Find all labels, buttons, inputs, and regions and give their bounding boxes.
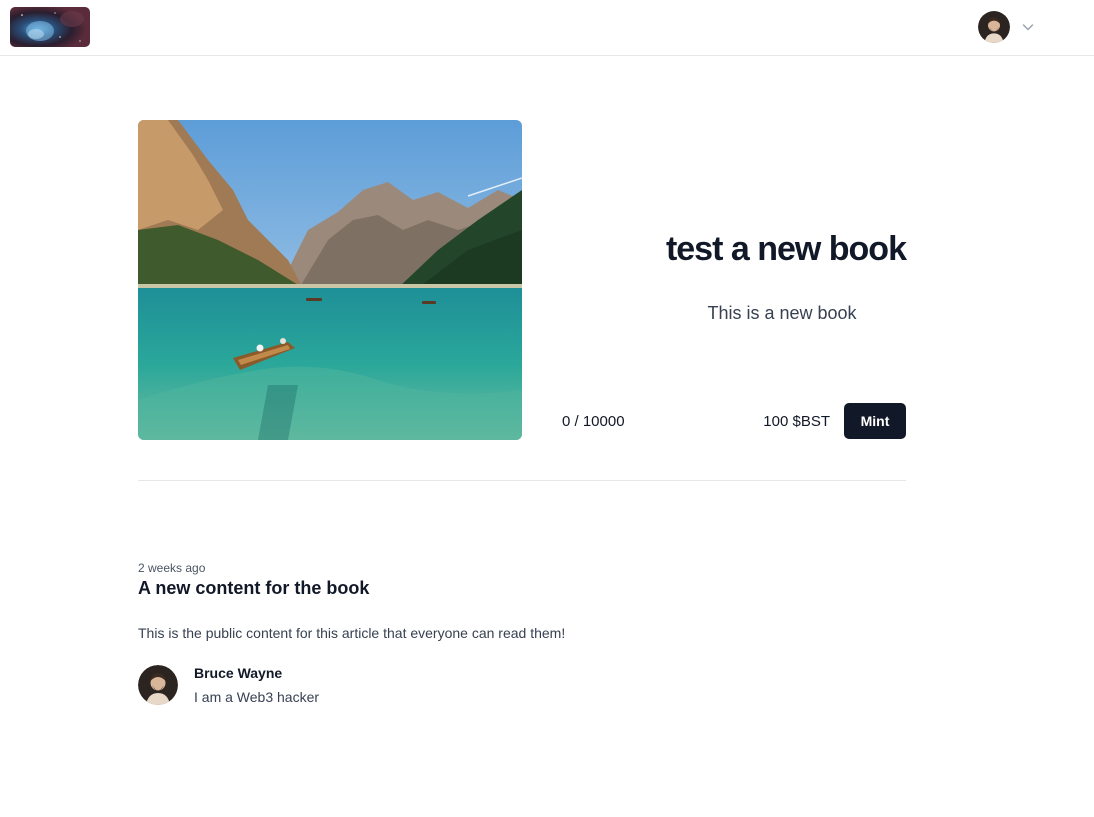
book-description: This is a new book (707, 303, 857, 323)
mint-button[interactable]: Mint (844, 403, 906, 439)
lake-landscape-image (138, 120, 522, 440)
chevron-down-icon (1022, 24, 1034, 31)
author-bio: I am a Web3 hacker (194, 689, 320, 705)
article-timestamp: 2 weeks ago (138, 561, 206, 575)
site-logo[interactable] (10, 7, 90, 47)
author-name[interactable]: Bruce Wayne (194, 665, 282, 681)
author-avatar-icon (138, 665, 178, 705)
top-navbar (0, 0, 1094, 56)
article-title[interactable]: A new content for the book (138, 578, 369, 599)
book-title: test a new book (665, 230, 907, 268)
mint-supply-count: 0 / 10000 (562, 413, 625, 430)
user-avatar (978, 11, 1010, 43)
author-avatar[interactable] (138, 665, 178, 705)
user-avatar-icon (978, 11, 1010, 43)
book-info-panel: test a new book This is a new book 0 / 1… (562, 120, 907, 440)
user-menu-button[interactable] (978, 11, 1036, 43)
article-body: This is the public content for this arti… (138, 625, 566, 641)
mint-price: 100 $BST (763, 413, 830, 430)
section-divider (138, 480, 906, 481)
nebula-logo-icon (10, 7, 90, 47)
book-cover-image (138, 120, 522, 440)
